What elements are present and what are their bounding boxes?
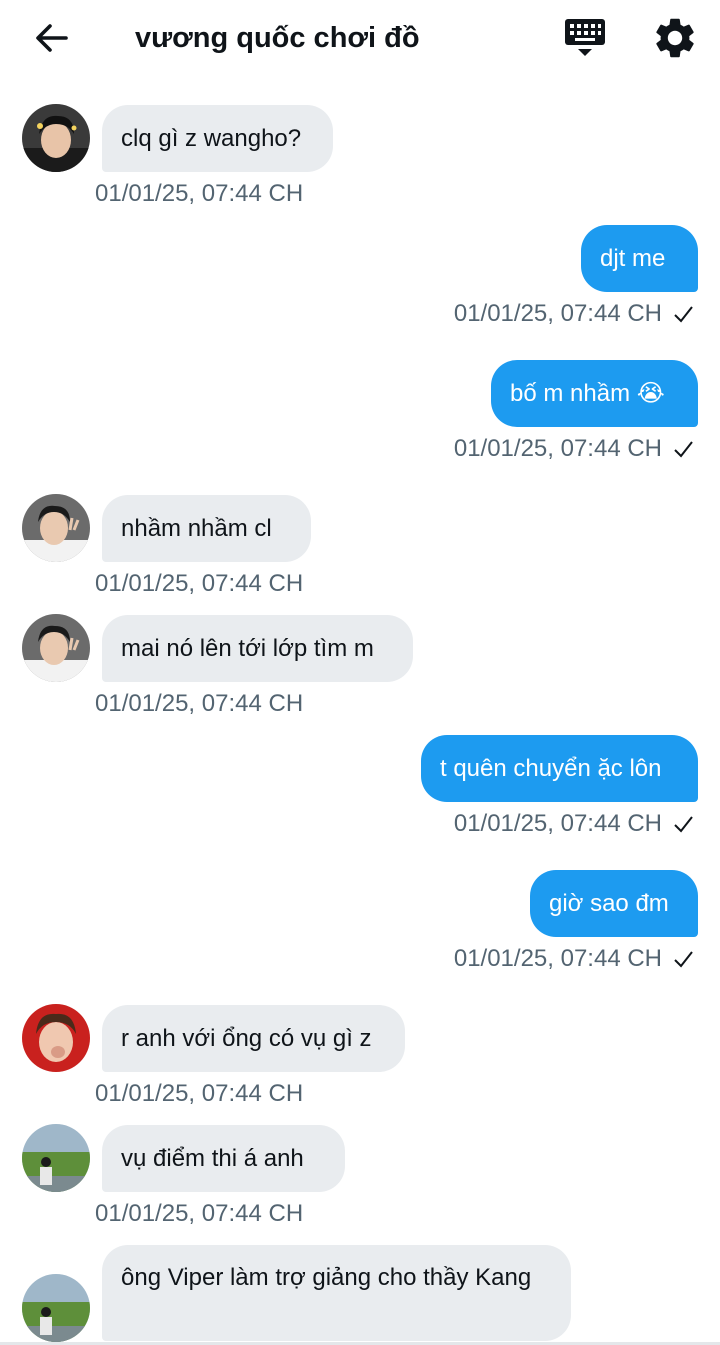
- message-text: r anh với ổng có vụ gì z: [121, 1024, 372, 1052]
- avatar[interactable]: [22, 104, 90, 172]
- avatar-photo: [22, 614, 90, 682]
- timestamp-text: 01/01/25, 07:44 CH: [453, 945, 662, 972]
- message-text: giờ sao đm: [549, 889, 669, 917]
- keyboard-hide-icon[interactable]: [560, 14, 610, 60]
- sent-check-icon: [674, 441, 693, 458]
- message-bubble[interactable]: clq gì z wangho?: [102, 105, 333, 172]
- timestamp-text: 01/01/25, 07:44 CH: [453, 810, 662, 837]
- avatar[interactable]: [22, 614, 90, 682]
- avatar-photo: [22, 494, 90, 562]
- avatar-photo: [22, 1004, 90, 1072]
- chat-header: vương quốc chơi đồ: [0, 0, 720, 80]
- avatar[interactable]: [22, 1124, 90, 1192]
- message-timestamp: 01/01/25, 07:44 CH: [95, 180, 304, 207]
- message-bubble[interactable]: vụ điểm thi á anh: [102, 1125, 345, 1192]
- avatar[interactable]: [22, 1274, 90, 1342]
- message-text: nhầm nhầm cl: [121, 514, 272, 542]
- gear-icon[interactable]: [650, 14, 700, 62]
- message-bubble[interactable]: djt me: [581, 225, 698, 292]
- message-timestamp: 01/01/25, 07:44 CH: [95, 1080, 304, 1107]
- message-text: djt me: [600, 244, 666, 272]
- avatar-photo: [22, 1274, 90, 1342]
- message-text: ông Viper làm trợ giảng cho thầy Kang: [121, 1264, 532, 1291]
- message-timestamp: 01/01/25, 07:44 CH: [454, 944, 694, 974]
- message-timestamp: 01/01/25, 07:44 CH: [454, 299, 694, 329]
- sent-check-icon: [674, 816, 693, 833]
- message-bubble[interactable]: giờ sao đm: [530, 870, 698, 937]
- arrow-left-icon[interactable]: [30, 16, 74, 60]
- timestamp-text: 01/01/25, 07:44 CH: [453, 435, 662, 462]
- message-text: clq gì z wangho?: [121, 124, 302, 152]
- message-text: mai nó lên tới lớp tìm m: [121, 634, 374, 662]
- message-bubble[interactable]: bố m nhầm 😭: [491, 360, 698, 427]
- message-timestamp: 01/01/25, 07:44 CH: [454, 434, 694, 464]
- message-bubble[interactable]: r anh với ổng có vụ gì z: [102, 1005, 405, 1072]
- message-timestamp: 01/01/25, 07:44 CH: [95, 1200, 304, 1227]
- avatar[interactable]: [22, 1004, 90, 1072]
- avatar-photo: [22, 1124, 90, 1192]
- message-bubble[interactable]: ông Viper làm trợ giảng cho thầy Kang: [102, 1245, 571, 1341]
- avatar-photo: [22, 104, 90, 172]
- message-timestamp: 01/01/25, 07:44 CH: [95, 690, 304, 717]
- message-bubble[interactable]: mai nó lên tới lớp tìm m: [102, 615, 413, 682]
- message-text: t quên chuyển ặc lôn: [440, 754, 662, 782]
- sent-check-icon: [674, 951, 693, 968]
- sent-check-icon: [674, 306, 693, 323]
- message-text: bố m nhầm 😭: [510, 379, 665, 407]
- timestamp-text: 01/01/25, 07:44 CH: [453, 300, 662, 327]
- message-text: vụ điểm thi á anh: [121, 1144, 304, 1172]
- conversation-title[interactable]: vương quốc chơi đồ: [135, 18, 420, 58]
- avatar[interactable]: [22, 494, 90, 562]
- message-timestamp: 01/01/25, 07:44 CH: [454, 809, 694, 839]
- message-timestamp: 01/01/25, 07:44 CH: [95, 570, 304, 597]
- message-bubble[interactable]: nhầm nhầm cl: [102, 495, 311, 562]
- message-bubble[interactable]: t quên chuyển ặc lôn: [421, 735, 698, 802]
